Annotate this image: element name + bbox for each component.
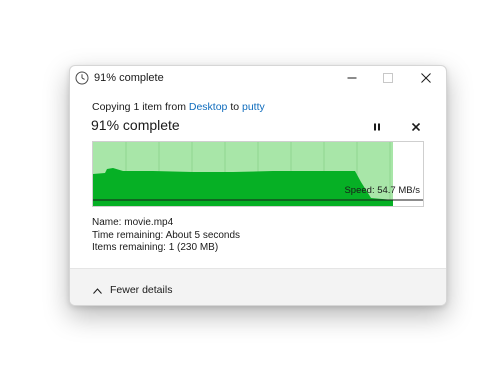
fewer-details-label: Fewer details: [110, 284, 173, 296]
file-copy-dialog: 91% complete Copying 1 item from Desktop…: [69, 65, 447, 306]
items-value: 1 (230 MB): [168, 242, 219, 253]
cancel-button[interactable]: [408, 119, 424, 135]
clock-icon: [75, 71, 89, 85]
name-label: Name:: [92, 217, 122, 228]
copy-connector: to: [227, 101, 242, 113]
window-title: 91% complete: [94, 72, 164, 84]
maximize-button: [370, 66, 406, 90]
close-button[interactable]: [408, 66, 444, 90]
copy-prefix: Copying 1 item from: [92, 101, 189, 113]
fewer-details-button[interactable]: Fewer details: [93, 281, 172, 299]
close-icon: [421, 73, 431, 83]
items-label: Items remaining:: [92, 242, 166, 253]
detail-items-row: Items remaining: 1 (230 MB): [92, 242, 240, 255]
time-label: Time remaining:: [92, 229, 164, 241]
pause-icon: [373, 118, 381, 136]
minimize-button[interactable]: [334, 66, 370, 90]
speed-graph-canvas: [93, 142, 423, 206]
detail-time-row: Time remaining: About 5 seconds: [92, 230, 240, 243]
copy-description: Copying 1 item from Desktop to putty: [92, 101, 265, 113]
cancel-icon: [411, 118, 421, 136]
time-value: About 5 seconds: [165, 229, 241, 241]
name-value: movie.mp4: [124, 217, 174, 228]
dialog-footer: Fewer details: [70, 268, 446, 305]
detail-name-row: Name: movie.mp4: [92, 217, 240, 230]
pause-button[interactable]: [369, 119, 385, 135]
speed-label: Speed: 54.7 MB/s: [344, 185, 420, 196]
minimize-icon: [347, 73, 357, 83]
source-link[interactable]: Desktop: [189, 101, 228, 113]
title-bar[interactable]: 91% complete: [70, 66, 446, 90]
destination-link[interactable]: putty: [242, 101, 265, 113]
transfer-speed-graph: Speed: 54.7 MB/s: [92, 141, 424, 207]
transfer-details: Name: movie.mp4 Time remaining: About 5 …: [92, 217, 240, 255]
maximize-icon: [383, 73, 393, 83]
chevron-up-icon: [93, 281, 102, 299]
progress-status: 91% complete: [91, 117, 180, 133]
